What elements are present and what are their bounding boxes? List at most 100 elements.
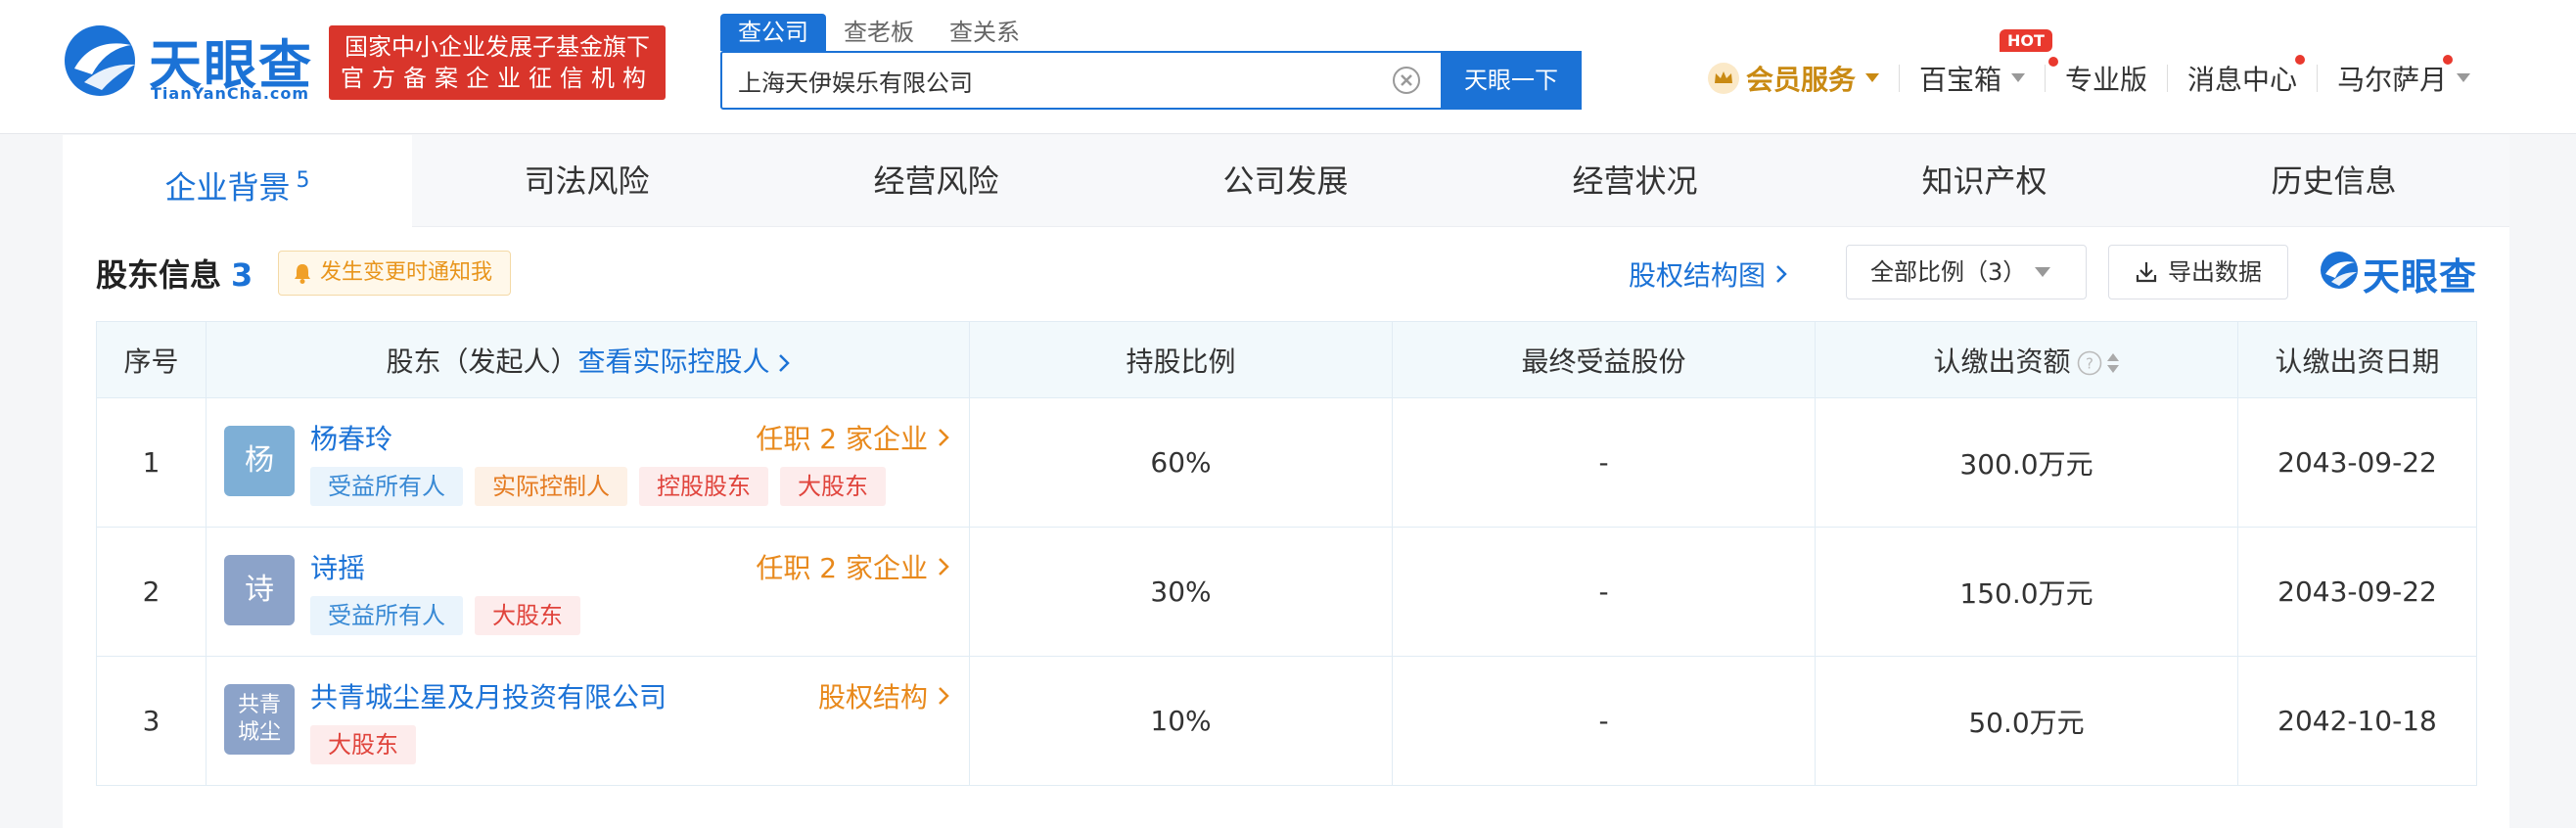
chevron-right-icon bbox=[1776, 265, 1787, 283]
shareholder-section-header: 股东信息 3 发生变更时通知我 股权结构图 全部比例（3） 导出数据 天眼查 bbox=[63, 227, 2509, 317]
tag-beneficial-owner: 受益所有人 bbox=[310, 467, 463, 506]
tag-beneficial-owner: 受益所有人 bbox=[310, 596, 463, 635]
row-index: 3 bbox=[96, 656, 207, 786]
holder-cell: 杨 杨春玲 任职 2 家企业 受益所有人 实际控制人 控股股东 大股东 bbox=[206, 397, 970, 528]
tab-background[interactable]: 企业背景 5 bbox=[63, 135, 412, 227]
holder-name-link[interactable]: 共青城尘星及月投资有限公司 bbox=[310, 676, 667, 715]
message-center-label: 消息中心 bbox=[2187, 64, 2298, 96]
header-amount-label: 认缴出资额 bbox=[1933, 345, 2071, 378]
positions-label: 任职 2 家企业 bbox=[756, 552, 928, 584]
holder-name-link[interactable]: 杨春玲 bbox=[310, 418, 392, 457]
header-ratio: 持股比例 bbox=[969, 321, 1393, 398]
section-count: 3 bbox=[231, 256, 253, 294]
subscribed-date: 2043-09-22 bbox=[2237, 527, 2477, 657]
notify-label: 发生变更时通知我 bbox=[320, 260, 493, 285]
tab-legal-risk[interactable]: 司法风险 bbox=[412, 135, 761, 227]
user-menu[interactable]: 马尔萨月 bbox=[2337, 55, 2471, 98]
tab-operating-risk[interactable]: 经营风险 bbox=[761, 135, 1111, 227]
change-notify-button[interactable]: 发生变更时通知我 bbox=[278, 251, 512, 296]
positions-link[interactable]: 任职 2 家企业 bbox=[756, 418, 949, 457]
holder-tags: 受益所有人 大股东 bbox=[310, 596, 580, 635]
holding-ratio: 10% bbox=[969, 656, 1393, 786]
tianyancha-logo-icon bbox=[2321, 252, 2358, 289]
caret-down-icon bbox=[2011, 73, 2026, 82]
tag-major-shareholder: 大股东 bbox=[780, 467, 886, 506]
equity-structure-row-link[interactable]: 股权结构 bbox=[818, 676, 949, 715]
vip-label: 会员服务 bbox=[1746, 64, 1857, 96]
header-holder: 股东（发起人）查看实际控股人 bbox=[206, 321, 970, 398]
search-tab-company[interactable]: 查公司 bbox=[720, 14, 826, 51]
search-input[interactable] bbox=[738, 53, 1482, 108]
final-share: - bbox=[1392, 397, 1816, 528]
nav-divider bbox=[1899, 65, 1901, 92]
section-tabs: 企业背景 5 司法风险 经营风险 公司发展 经营状况 知识产权 历史信息 bbox=[63, 135, 2509, 227]
holder-tags: 大股东 bbox=[310, 725, 416, 764]
shareholder-table: 序号 股东（发起人）查看实际控股人 持股比例 最终受益股份 认缴出资额? 认缴出… bbox=[96, 321, 2477, 786]
fund-badge: 国家中小企业发展子基金旗下 官方备案企业征信机构 bbox=[329, 25, 666, 100]
tag-actual-controller: 实际控制人 bbox=[475, 467, 627, 506]
treasure-box-menu[interactable]: 百宝箱 HOT bbox=[1919, 29, 2059, 98]
subscribed-amount: 150.0万元 bbox=[1815, 527, 2238, 657]
caret-down-icon bbox=[2035, 267, 2050, 277]
brand-logo[interactable]: 天眼查 TianYanCha.com bbox=[63, 22, 311, 104]
caret-down-icon bbox=[1865, 73, 1880, 82]
tab-ip[interactable]: 知识产权 bbox=[1810, 135, 2159, 227]
notification-dot bbox=[2048, 57, 2059, 67]
chevron-right-icon bbox=[939, 687, 949, 705]
crown-icon bbox=[1708, 63, 1739, 94]
positions-link[interactable]: 任职 2 家企业 bbox=[756, 547, 949, 586]
watermark-logo: 天眼查 bbox=[2320, 247, 2482, 299]
nav-divider bbox=[2045, 65, 2047, 92]
ratio-select-value: 全部比例（3） bbox=[1870, 258, 2027, 286]
tag-major-shareholder: 大股东 bbox=[475, 596, 580, 635]
nav-divider bbox=[2317, 65, 2319, 92]
section-title: 股东信息 3 bbox=[96, 251, 253, 296]
tab-count: 5 bbox=[296, 168, 310, 193]
subscribed-amount: 50.0万元 bbox=[1815, 656, 2238, 786]
tab-history[interactable]: 历史信息 bbox=[2159, 135, 2508, 227]
top-header: 天眼查 TianYanCha.com 国家中小企业发展子基金旗下 官方备案企业征… bbox=[0, 0, 2576, 134]
sort-icon[interactable] bbox=[2106, 351, 2120, 375]
table-row: 1 杨 杨春玲 任职 2 家企业 受益所有人 实际控制人 控股股东 大股东 60… bbox=[96, 397, 2477, 528]
row-index: 1 bbox=[96, 397, 207, 528]
header-final-share: 最终受益股份 bbox=[1392, 321, 1816, 398]
equity-structure-link[interactable]: 股权结构图 bbox=[1629, 254, 1787, 294]
svg-text:?: ? bbox=[2086, 354, 2093, 372]
ratio-filter-select[interactable]: 全部比例（3） bbox=[1846, 245, 2087, 299]
row-index: 2 bbox=[96, 527, 207, 657]
holder-tags: 受益所有人 实际控制人 控股股东 大股东 bbox=[310, 467, 886, 506]
fund-badge-line2: 官方备案企业征信机构 bbox=[341, 65, 654, 92]
holding-ratio: 30% bbox=[969, 527, 1393, 657]
export-data-button[interactable]: 导出数据 bbox=[2108, 245, 2288, 299]
chevron-right-icon bbox=[778, 353, 790, 372]
clear-icon[interactable] bbox=[1392, 66, 1421, 95]
actual-controller-link[interactable]: 查看实际控股人 bbox=[578, 345, 770, 378]
positions-label: 任职 2 家企业 bbox=[756, 423, 928, 455]
equity-link-label: 股权结构图 bbox=[1629, 259, 1767, 292]
tab-label: 企业背景 bbox=[164, 168, 291, 207]
bell-icon bbox=[295, 264, 310, 284]
watermark-text: 天眼查 bbox=[2363, 255, 2478, 299]
avatar: 诗 bbox=[224, 555, 295, 625]
caret-down-icon bbox=[2457, 73, 2471, 82]
search-type-tabs: 查公司 查老板 查关系 bbox=[720, 14, 1037, 51]
holder-name-link[interactable]: 诗摇 bbox=[310, 547, 365, 586]
fund-badge-line1: 国家中小企业发展子基金旗下 bbox=[345, 33, 650, 61]
search-button[interactable]: 天眼一下 bbox=[1441, 51, 1582, 110]
holder-cell: 共青 城尘 共青城尘星及月投资有限公司 股权结构 大股东 bbox=[206, 656, 970, 786]
final-share: - bbox=[1392, 656, 1816, 786]
vip-service-menu[interactable]: 会员服务 bbox=[1707, 59, 1880, 98]
download-icon bbox=[2136, 262, 2157, 283]
tab-operations[interactable]: 经营状况 bbox=[1460, 135, 1810, 227]
treasure-label: 百宝箱 bbox=[1919, 64, 2002, 96]
search-tab-boss[interactable]: 查老板 bbox=[826, 14, 932, 51]
help-icon[interactable]: ? bbox=[2077, 350, 2102, 376]
header-index: 序号 bbox=[96, 321, 207, 398]
tab-development[interactable]: 公司发展 bbox=[1111, 135, 1460, 227]
tag-controlling-shareholder: 控股股东 bbox=[639, 467, 768, 506]
search-tab-relation[interactable]: 查关系 bbox=[932, 14, 1037, 51]
pro-version-link[interactable]: 专业版 bbox=[2065, 59, 2147, 98]
message-center-link[interactable]: 消息中心 bbox=[2187, 55, 2306, 98]
holder-cell: 诗 诗摇 任职 2 家企业 受益所有人 大股东 bbox=[206, 527, 970, 657]
tag-major-shareholder: 大股东 bbox=[310, 725, 416, 764]
